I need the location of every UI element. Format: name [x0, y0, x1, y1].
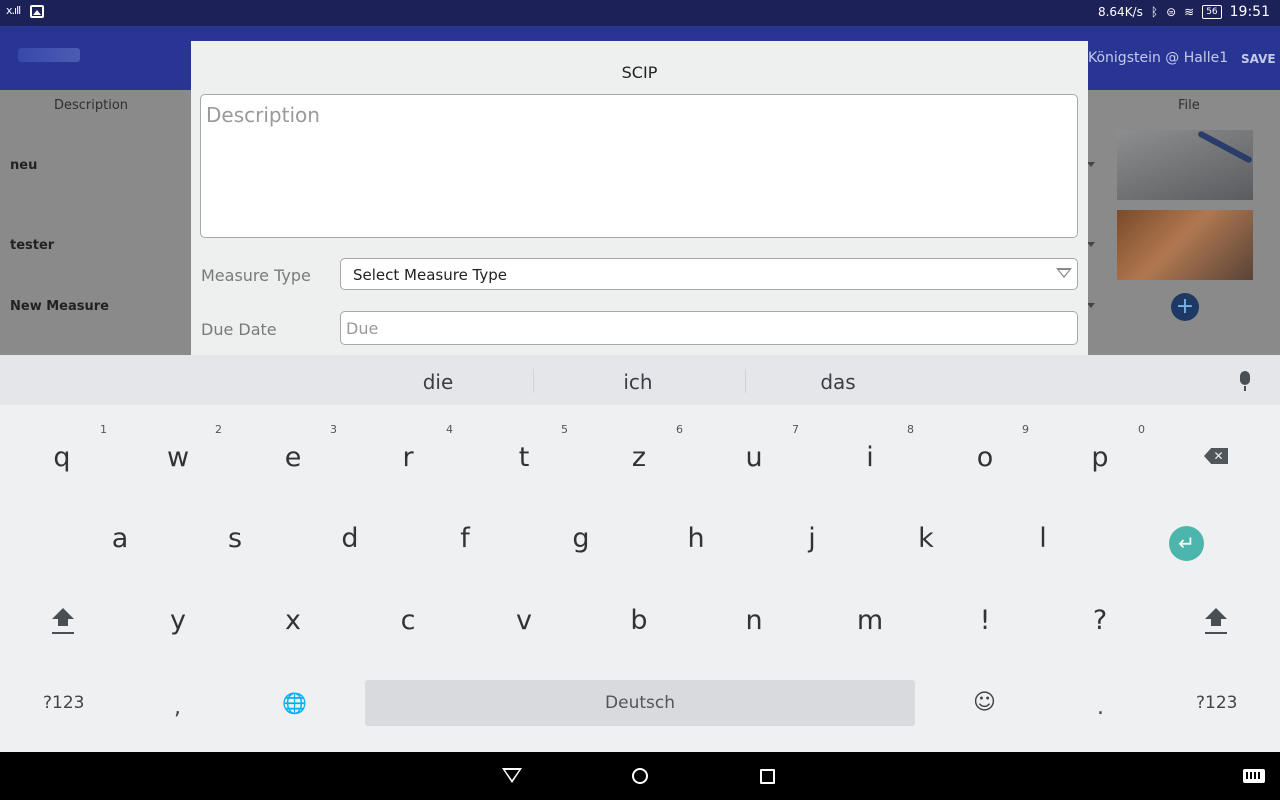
- key-s[interactable]: s: [185, 523, 285, 554]
- key-hint: 4: [446, 423, 453, 436]
- key-hint: 7: [792, 423, 799, 436]
- globe-icon[interactable]: 🌐: [282, 691, 307, 715]
- space-bar[interactable]: Deutsch: [365, 680, 915, 726]
- app-logo: [18, 48, 80, 62]
- key-w[interactable]: w: [128, 442, 228, 473]
- table-row[interactable]: tester: [10, 238, 54, 253]
- dropdown-caret-icon: [1087, 242, 1095, 247]
- symbols-right-button[interactable]: ?123: [1196, 693, 1237, 713]
- key-hint: 1: [100, 423, 107, 436]
- key-g[interactable]: g: [531, 523, 631, 554]
- file-thumbnail[interactable]: [1117, 210, 1253, 280]
- key-l[interactable]: l: [993, 523, 1093, 554]
- key-k[interactable]: k: [876, 523, 976, 554]
- column-header-file: File: [1178, 98, 1200, 113]
- table-row[interactable]: neu: [10, 158, 37, 173]
- due-date-field[interactable]: Due: [340, 311, 1078, 345]
- key-period[interactable]: .: [1097, 695, 1104, 720]
- back-icon[interactable]: [502, 768, 522, 783]
- key-question[interactable]: ?: [1050, 605, 1150, 636]
- column-header-description: Description: [54, 98, 129, 113]
- suggestion-strip: die ich das: [0, 355, 1280, 405]
- key-exclamation[interactable]: !: [935, 605, 1035, 636]
- battery-icon: 56: [1202, 5, 1222, 19]
- key-o[interactable]: o: [935, 442, 1035, 473]
- key-hint: 5: [561, 423, 568, 436]
- divider: [533, 369, 534, 393]
- image-notification-icon: [30, 5, 44, 18]
- symbols-left-button[interactable]: ?123: [43, 693, 84, 713]
- navigation-bar: [0, 752, 1280, 800]
- suggestion-item[interactable]: ich: [558, 370, 718, 394]
- microphone-icon[interactable]: [1240, 371, 1250, 391]
- emoji-icon[interactable]: ☺: [973, 690, 996, 715]
- key-hint: 3: [330, 423, 337, 436]
- key-j[interactable]: j: [762, 523, 862, 554]
- keyboard-switch-icon[interactable]: [1243, 769, 1265, 783]
- measure-type-value: Select Measure Type: [353, 266, 508, 284]
- key-u[interactable]: u: [704, 442, 804, 473]
- key-h[interactable]: h: [646, 523, 746, 554]
- table-row[interactable]: New Measure: [10, 299, 109, 314]
- key-x[interactable]: x: [243, 605, 343, 636]
- due-date-label: Due Date: [201, 320, 277, 339]
- sync-icon: ⊜: [1166, 5, 1177, 19]
- key-comma[interactable]: ,: [174, 695, 181, 720]
- key-q[interactable]: q: [12, 442, 112, 473]
- home-icon[interactable]: [632, 768, 648, 784]
- add-file-button[interactable]: +: [1171, 293, 1199, 321]
- key-hint: 6: [676, 423, 683, 436]
- key-n[interactable]: n: [704, 605, 804, 636]
- shift-right-icon[interactable]: [1201, 608, 1231, 638]
- suggestion-item[interactable]: das: [758, 370, 918, 394]
- dropdown-caret-icon: [1087, 162, 1095, 167]
- key-p[interactable]: p: [1050, 442, 1150, 473]
- clock: 19:51: [1229, 4, 1270, 20]
- recents-icon[interactable]: [760, 769, 775, 784]
- key-y[interactable]: y: [128, 605, 228, 636]
- keyboard: q w e r t z u i o p 1 2 3 4 5 6 7 8 9 0 …: [0, 405, 1280, 752]
- divider: [745, 369, 746, 393]
- key-b[interactable]: b: [589, 605, 689, 636]
- wifi-icon: ≋: [1184, 5, 1195, 19]
- key-hint: 9: [1022, 423, 1029, 436]
- key-v[interactable]: v: [474, 605, 574, 636]
- measure-type-label: Measure Type: [201, 266, 311, 285]
- key-hint: 0: [1138, 423, 1145, 436]
- status-bar: x.ıll 8.64K/s ᛒ ⊜ ≋ 56 19:51: [0, 0, 1280, 26]
- shift-left-icon[interactable]: [48, 608, 78, 638]
- key-f[interactable]: f: [415, 523, 515, 554]
- measure-type-select[interactable]: Select Measure Type: [340, 258, 1078, 290]
- file-thumbnail[interactable]: [1117, 130, 1253, 200]
- dropdown-caret-icon: [1087, 303, 1095, 308]
- description-field[interactable]: Description: [200, 94, 1078, 238]
- key-hint: 2: [215, 423, 222, 436]
- key-i[interactable]: i: [820, 442, 920, 473]
- status-right: 8.64K/s ᛒ ⊜ ≋ 56 19:51: [1098, 4, 1270, 20]
- dropdown-triangle-icon: [1056, 268, 1072, 278]
- backspace-icon[interactable]: ✕: [1204, 448, 1228, 464]
- net-speed: 8.64K/s: [1097, 5, 1143, 19]
- key-z[interactable]: z: [589, 442, 689, 473]
- key-d[interactable]: d: [300, 523, 400, 554]
- key-e[interactable]: e: [243, 442, 343, 473]
- suggestion-item[interactable]: die: [358, 370, 518, 394]
- bluetooth-icon: ᛒ: [1150, 5, 1159, 19]
- location-label[interactable]: Königstein @ Halle1: [1088, 50, 1228, 66]
- key-c[interactable]: c: [358, 605, 458, 636]
- key-m[interactable]: m: [820, 605, 920, 636]
- dialog-title: SCIP: [621, 63, 658, 82]
- signal-icon: x.ıll: [6, 4, 21, 17]
- key-hint: 8: [907, 423, 914, 436]
- key-t[interactable]: t: [474, 442, 574, 473]
- key-a[interactable]: a: [70, 523, 170, 554]
- scip-dialog: SCIP Description Measure Type Select Mea…: [191, 41, 1088, 355]
- save-button[interactable]: SAVE: [1241, 52, 1276, 66]
- key-r[interactable]: r: [358, 442, 458, 473]
- enter-button[interactable]: ↵: [1169, 526, 1204, 561]
